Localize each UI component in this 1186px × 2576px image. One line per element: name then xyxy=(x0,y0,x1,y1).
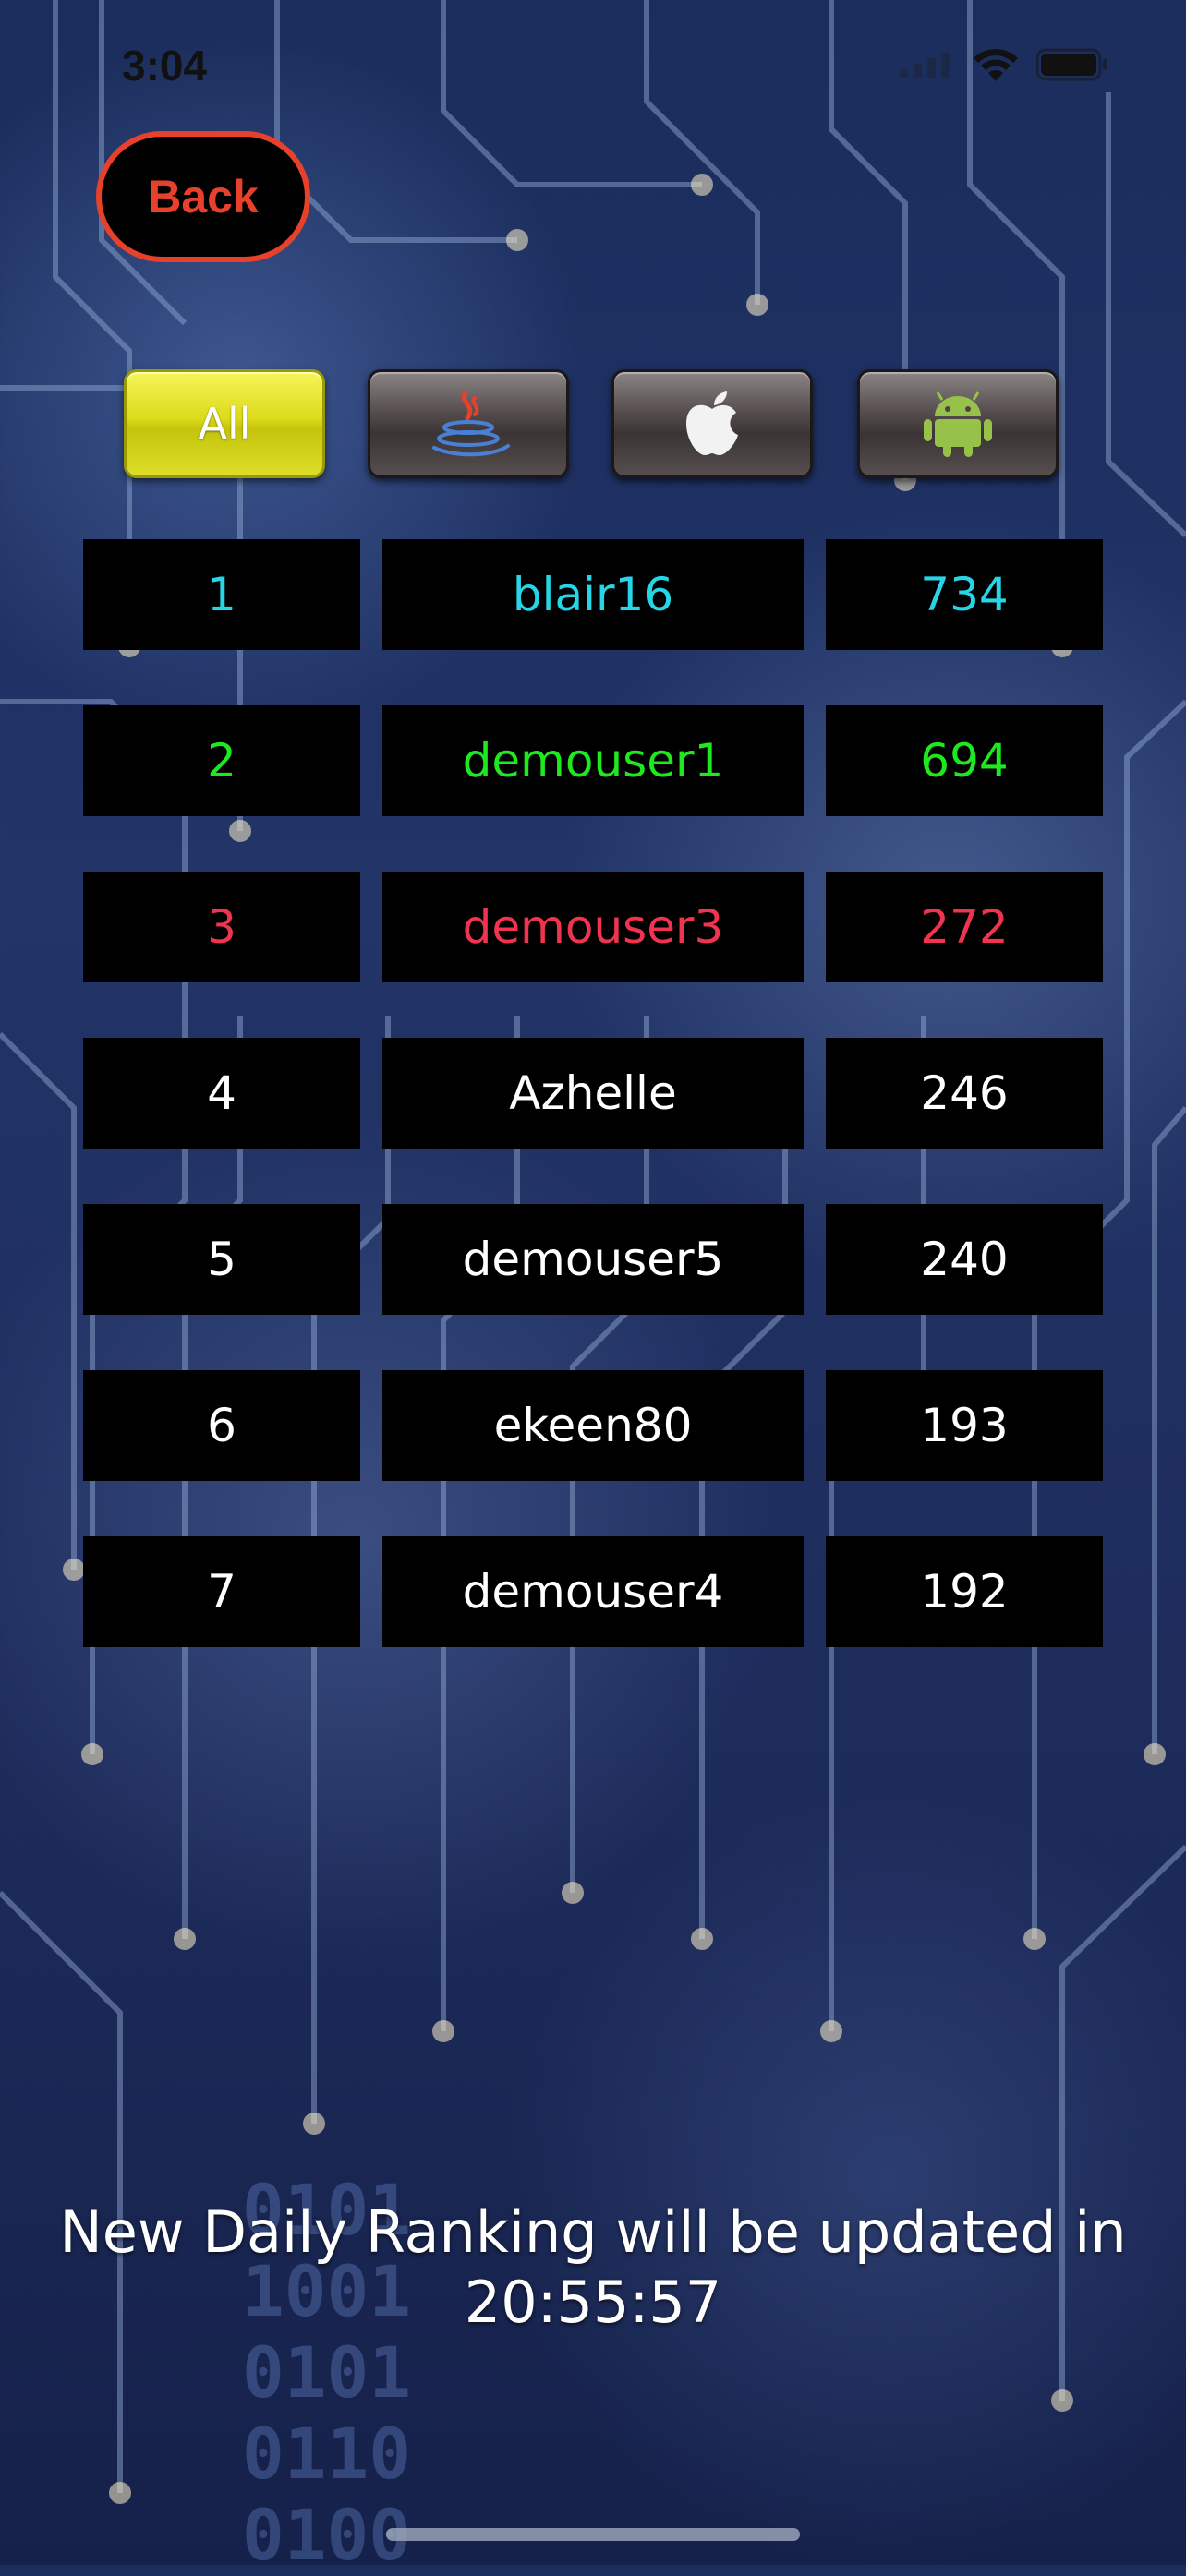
apple-icon xyxy=(686,391,738,455)
table-row: 5 demouser5 240 xyxy=(83,1204,1103,1315)
wifi-icon xyxy=(974,49,1018,81)
table-row: 6 ekeen80 193 xyxy=(83,1370,1103,1481)
rank-cell: 7 xyxy=(83,1536,360,1647)
platform-filter-row: All xyxy=(124,369,1059,480)
rank-cell: 2 xyxy=(83,705,360,816)
table-row: 3 demouser3 272 xyxy=(83,872,1103,982)
filter-java-button[interactable] xyxy=(368,369,569,478)
rank-cell: 3 xyxy=(83,872,360,982)
filter-apple-button[interactable] xyxy=(611,369,813,478)
score-cell: 272 xyxy=(826,872,1103,982)
score-cell: 193 xyxy=(826,1370,1103,1481)
score-cell: 192 xyxy=(826,1536,1103,1647)
rank-cell: 6 xyxy=(83,1370,360,1481)
status-bar: 3:04 xyxy=(0,37,1186,102)
filter-all-button[interactable]: All xyxy=(124,369,325,478)
username-cell: demouser1 xyxy=(382,705,804,816)
countdown-timer: 20:55:57 xyxy=(464,2269,722,2336)
username-cell: demouser4 xyxy=(382,1536,804,1647)
cellular-signal-icon xyxy=(900,53,950,78)
battery-icon xyxy=(1036,48,1107,81)
filter-all-label: All xyxy=(198,399,251,449)
table-row: 7 demouser4 192 xyxy=(83,1536,1103,1647)
binary-line: 0110 xyxy=(242,2413,412,2495)
username-cell: demouser3 xyxy=(382,872,804,982)
username-cell: demouser5 xyxy=(382,1204,804,1315)
binary-line: 0101 xyxy=(242,2331,412,2413)
filter-android-button[interactable] xyxy=(857,369,1059,478)
username-cell: ekeen80 xyxy=(382,1370,804,1481)
table-row: 1 blair16 734 xyxy=(83,539,1103,650)
username-cell: Azhelle xyxy=(382,1038,804,1149)
status-icons xyxy=(900,46,1108,83)
table-row: 4 Azhelle 246 xyxy=(83,1038,1103,1149)
score-cell: 694 xyxy=(826,705,1103,816)
ranking-countdown: New Daily Ranking will be updated in 20:… xyxy=(37,2197,1149,2338)
rank-cell: 5 xyxy=(83,1204,360,1315)
score-cell: 246 xyxy=(826,1038,1103,1149)
back-button-label: Back xyxy=(148,171,259,223)
rank-cell: 4 xyxy=(83,1038,360,1149)
table-row: 2 demouser1 694 xyxy=(83,705,1103,816)
back-button[interactable]: Back xyxy=(96,131,310,262)
username-cell: blair16 xyxy=(382,539,804,650)
score-cell: 240 xyxy=(826,1204,1103,1315)
countdown-message: New Daily Ranking will be updated in xyxy=(59,2198,1127,2266)
status-time: 3:04 xyxy=(122,42,208,90)
score-cell: 734 xyxy=(826,539,1103,650)
java-icon xyxy=(432,390,510,457)
home-indicator xyxy=(386,2528,800,2541)
rank-cell: 1 xyxy=(83,539,360,650)
android-icon xyxy=(924,391,992,457)
